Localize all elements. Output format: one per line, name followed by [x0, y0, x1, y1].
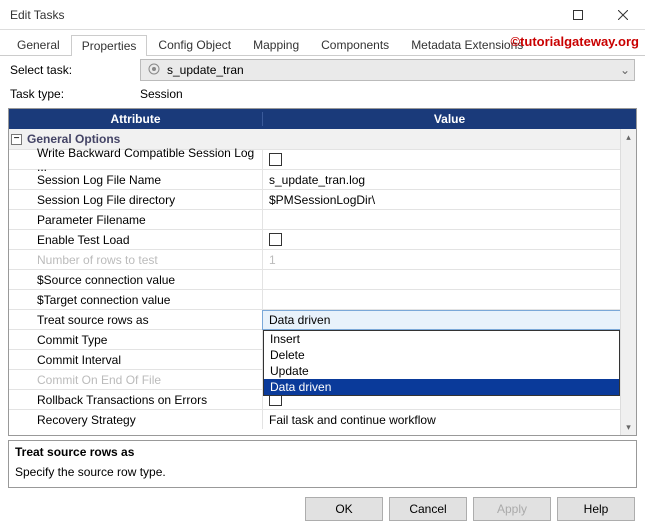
collapse-icon[interactable]: − — [11, 134, 22, 145]
footer-buttons: OK Cancel Apply Help — [305, 497, 635, 521]
ok-button[interactable]: OK — [305, 497, 383, 521]
table-row: Parameter Filename — [9, 209, 636, 229]
dropdown-option-delete[interactable]: Delete — [264, 347, 619, 363]
attr-value[interactable] — [263, 270, 636, 289]
tab-mapping[interactable]: Mapping — [242, 34, 310, 55]
attr-label: Commit On End Of File — [9, 370, 263, 389]
attr-value: 1 — [263, 250, 636, 269]
table-row: Enable Test Load — [9, 229, 636, 249]
task-type-row: Task type: Session — [0, 84, 645, 104]
dropdown-option-insert[interactable]: Insert — [264, 331, 619, 347]
tab-bar: General Properties Config Object Mapping… — [0, 30, 645, 56]
close-button[interactable] — [600, 0, 645, 30]
attr-value[interactable] — [263, 210, 636, 229]
properties-grid: Attribute Value − General Options Write … — [8, 108, 637, 436]
table-row: Session Log File Name s_update_tran.log — [9, 169, 636, 189]
description-title: Treat source rows as — [15, 445, 630, 459]
window-title: Edit Tasks — [10, 8, 555, 22]
task-type-label: Task type: — [10, 87, 140, 101]
dropdown-option-data-driven[interactable]: Data driven — [264, 379, 619, 395]
tab-config-object[interactable]: Config Object — [147, 34, 242, 55]
attr-label: Number of rows to test — [9, 250, 263, 269]
group-label: General Options — [27, 132, 120, 146]
treat-source-rows-dropdown[interactable]: Data driven ⌄ — [262, 310, 636, 330]
header-value: Value — [263, 112, 636, 126]
table-row: $Target connection value — [9, 289, 636, 309]
grid-header: Attribute Value — [9, 109, 636, 129]
select-task-label: Select task: — [10, 63, 140, 77]
select-task-value: s_update_tran — [167, 63, 244, 77]
checkbox[interactable] — [269, 153, 282, 166]
attr-value[interactable]: $PMSessionLogDir\ — [263, 190, 636, 209]
cancel-button[interactable]: Cancel — [389, 497, 467, 521]
grid-body: − General Options Write Backward Compati… — [9, 129, 636, 435]
attr-label: $Target connection value — [9, 290, 263, 309]
vertical-scrollbar[interactable]: ▴ ▾ — [620, 129, 636, 435]
attr-label: Treat source rows as — [9, 310, 263, 329]
scroll-down-icon[interactable]: ▾ — [621, 419, 636, 435]
titlebar: Edit Tasks — [0, 0, 645, 30]
attr-label: Parameter Filename — [9, 210, 263, 229]
table-row: Session Log File directory $PMSessionLog… — [9, 189, 636, 209]
description-panel: Treat source rows as Specify the source … — [8, 440, 637, 488]
attr-label: Rollback Transactions on Errors — [9, 390, 263, 409]
dropdown-list[interactable]: Insert Delete Update Data driven — [263, 330, 620, 396]
attr-label: Enable Test Load — [9, 230, 263, 249]
table-row: Number of rows to test 1 — [9, 249, 636, 269]
tab-properties[interactable]: Properties — [71, 35, 148, 56]
attr-label: Commit Type — [9, 330, 263, 349]
watermark: ©tutorialgateway.org — [510, 34, 639, 49]
table-row: Treat source rows as Data driven ⌄ — [9, 309, 636, 329]
attr-value[interactable] — [263, 290, 636, 309]
header-attribute: Attribute — [9, 112, 263, 126]
table-row: $Source connection value — [9, 269, 636, 289]
attr-value[interactable]: Data driven ⌄ — [263, 310, 636, 329]
task-type-value: Session — [140, 87, 183, 101]
select-task-row: Select task: s_update_tran ⌄ — [0, 56, 645, 84]
table-row: Recovery Strategy Fail task and continue… — [9, 409, 636, 429]
task-icon — [147, 62, 161, 79]
attr-value[interactable] — [263, 230, 636, 249]
attr-label: $Source connection value — [9, 270, 263, 289]
apply-button: Apply — [473, 497, 551, 521]
table-row: Write Backward Compatible Session Log ..… — [9, 149, 636, 169]
maximize-button[interactable] — [555, 0, 600, 30]
chevron-down-icon: ⌄ — [620, 63, 630, 77]
checkbox[interactable] — [269, 233, 282, 246]
attr-label: Session Log File Name — [9, 170, 263, 189]
attr-label: Commit Interval — [9, 350, 263, 369]
attr-label: Write Backward Compatible Session Log ..… — [9, 150, 263, 169]
tab-general[interactable]: General — [6, 34, 71, 55]
dropdown-value: Data driven — [269, 313, 330, 327]
scroll-up-icon[interactable]: ▴ — [621, 129, 636, 145]
description-text: Specify the source row type. — [15, 465, 630, 479]
attr-value[interactable]: Fail task and continue workflow — [263, 410, 636, 429]
attr-value[interactable]: s_update_tran.log — [263, 170, 636, 189]
dropdown-option-update[interactable]: Update — [264, 363, 619, 379]
attr-label: Recovery Strategy — [9, 410, 263, 429]
select-task-dropdown[interactable]: s_update_tran ⌄ — [140, 59, 635, 81]
attr-label: Session Log File directory — [9, 190, 263, 209]
help-button[interactable]: Help — [557, 497, 635, 521]
attr-value[interactable] — [263, 150, 636, 169]
tab-components[interactable]: Components — [310, 34, 400, 55]
